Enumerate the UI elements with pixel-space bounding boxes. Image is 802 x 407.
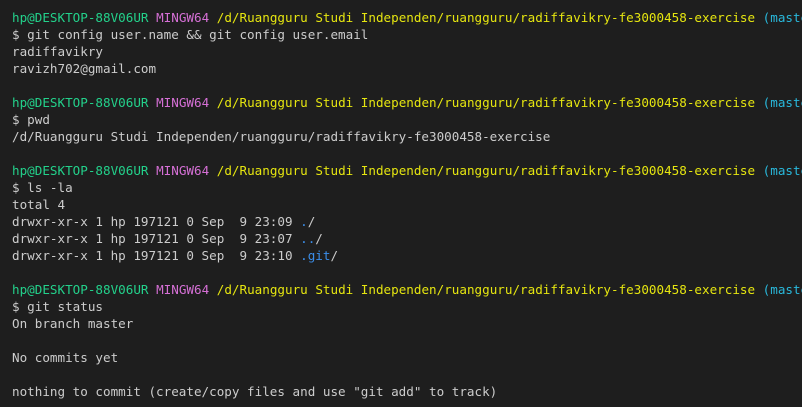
directory-name: .git: [300, 248, 331, 263]
output-line: /d/Ruangguru Studi Independen/ruangguru/…: [12, 129, 551, 144]
prompt-system: MINGW64: [156, 163, 210, 178]
output-line: nothing to commit (create/copy files and…: [12, 384, 498, 399]
directory-suffix: /: [315, 231, 323, 246]
prompt-user-host: hp@DESKTOP-88V06UR: [12, 163, 149, 178]
prompt-line: hp@DESKTOP-88V06UR MINGW64 /d/Ruangguru …: [12, 281, 802, 298]
prompt-path: /d/Ruangguru Studi Independen/ruangguru/…: [216, 95, 756, 110]
prompt-branch: (master): [762, 10, 802, 25]
command-line[interactable]: $ pwd: [12, 111, 802, 128]
prompt-line: hp@DESKTOP-88V06UR MINGW64 /d/Ruangguru …: [12, 9, 802, 26]
output-line: radiffavikry: [12, 44, 103, 59]
prompt-system: MINGW64: [156, 95, 210, 110]
output-line: ravizh702@gmail.com: [12, 61, 157, 76]
directory-name: ..: [300, 231, 316, 246]
prompt-path: /d/Ruangguru Studi Independen/ruangguru/…: [216, 10, 756, 25]
prompt-system: MINGW64: [156, 10, 210, 25]
prompt-user-host: hp@DESKTOP-88V06UR: [12, 282, 149, 297]
prompt-user-host: hp@DESKTOP-88V06UR: [12, 10, 149, 25]
prompt-branch: (master): [762, 95, 802, 110]
ls-entry-meta: drwxr-xr-x 1 hp 197121 0 Sep 9 23:10: [12, 248, 301, 263]
directory-suffix: /: [330, 248, 339, 263]
ls-entry: drwxr-xr-x 1 hp 197121 0 Sep 9 23:10 .gi…: [12, 247, 802, 264]
command-line[interactable]: $ git status: [12, 298, 802, 315]
prompt-line: hp@DESKTOP-88V06UR MINGW64 /d/Ruangguru …: [12, 162, 802, 179]
directory-name: .: [300, 214, 308, 229]
prompt-line: hp@DESKTOP-88V06UR MINGW64 /d/Ruangguru …: [12, 94, 802, 111]
command-line[interactable]: $ ls -la: [12, 179, 802, 196]
command-line[interactable]: $ git config user.name && git config use…: [12, 26, 802, 43]
ls-entry-meta: drwxr-xr-x 1 hp 197121 0 Sep 9 23:07: [12, 231, 301, 246]
output-line: On branch master: [12, 316, 134, 331]
prompt-user-host: hp@DESKTOP-88V06UR: [12, 95, 149, 110]
prompt-path: /d/Ruangguru Studi Independen/ruangguru/…: [216, 163, 756, 178]
prompt-branch: (master): [762, 163, 802, 178]
ls-entry: drwxr-xr-x 1 hp 197121 0 Sep 9 23:09 ./: [12, 213, 802, 230]
prompt-path: /d/Ruangguru Studi Independen/ruangguru/…: [216, 282, 756, 297]
directory-suffix: /: [307, 214, 316, 229]
output-line: No commits yet: [12, 350, 119, 365]
ls-entry: drwxr-xr-x 1 hp 197121 0 Sep 9 23:07 ../: [12, 230, 802, 247]
prompt-system: MINGW64: [156, 282, 210, 297]
output-line: total 4: [12, 197, 66, 212]
terminal-window[interactable]: hp@DESKTOP-88V06UR MINGW64 /d/Ruangguru …: [0, 0, 802, 407]
prompt-branch: (master): [762, 282, 802, 297]
ls-entry-meta: drwxr-xr-x 1 hp 197121 0 Sep 9 23:09: [12, 214, 301, 229]
